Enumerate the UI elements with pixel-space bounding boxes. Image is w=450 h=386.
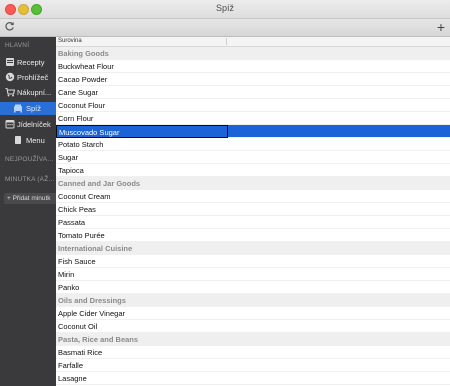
group-header-row: Canned and Jar Goods: [56, 177, 450, 190]
table-row[interactable]: Panko: [56, 281, 450, 294]
add-timer-button[interactable]: + Přidat minutk: [4, 193, 56, 204]
sidebar-item-label: Prohlížeč: [17, 73, 49, 82]
group-header-row: Pasta, Rice and Beans: [56, 333, 450, 346]
row-edit-field[interactable]: Muscovado Sugar: [56, 125, 228, 138]
sidebar-item-label: Menu: [26, 136, 45, 145]
cart-icon: [5, 87, 16, 97]
table-row[interactable]: Potato Starch: [56, 138, 450, 151]
sidebar-item-shopping[interactable]: Nákupní...: [0, 86, 56, 99]
sidebar-item-label: Jídelníček: [17, 120, 51, 129]
sidebar-section-most-used: NEJPOUŽÍVA...: [5, 156, 54, 163]
table-row[interactable]: Farfalle: [56, 359, 450, 372]
table-row[interactable]: Chick Peas: [56, 203, 450, 216]
sidebar-item-menu[interactable]: Menu: [0, 134, 56, 147]
table-row[interactable]: Corn Flour: [56, 112, 450, 125]
table-row[interactable]: Coconut Flour: [56, 99, 450, 112]
table-row[interactable]: Coconut Cream: [56, 190, 450, 203]
table-row[interactable]: Passata: [56, 216, 450, 229]
column-header-ingredient: Surovina: [58, 38, 82, 44]
window-title: Spíž: [215, 3, 234, 13]
pantry-table: Surovina Baking Goods Buckwheat Flour Caca…: [56, 37, 450, 386]
column-separator: [226, 38, 227, 45]
table-row[interactable]: Tapioca: [56, 164, 450, 177]
toolbar: +: [0, 19, 450, 37]
table-row[interactable]: Coconut Oil: [56, 320, 450, 333]
table-row-selected[interactable]: Muscovado Sugar: [56, 125, 450, 138]
table-row[interactable]: Cane Sugar: [56, 86, 450, 99]
column-header[interactable]: Surovina: [56, 37, 450, 47]
pantry-icon: [13, 103, 23, 113]
globe-icon: [5, 72, 15, 82]
menu-icon: [13, 135, 23, 145]
sidebar-item-label: Recepty: [17, 58, 45, 67]
table-row[interactable]: Buckwheat Flour: [56, 60, 450, 73]
add-button[interactable]: +: [435, 19, 447, 35]
table-row[interactable]: Cacao Powder: [56, 73, 450, 86]
group-header-row: International Cuisine: [56, 242, 450, 255]
sidebar-item-pantry[interactable]: Spíž: [0, 102, 56, 115]
sidebar-section-timer: MINUTKA (AŽ...: [5, 176, 55, 183]
table-row[interactable]: Sugar: [56, 151, 450, 164]
recipe-icon: [5, 57, 15, 67]
sidebar-item-browser[interactable]: Prohlížeč: [0, 71, 56, 84]
sidebar-item-recipes[interactable]: Recepty: [0, 56, 56, 69]
sidebar: HLAVNÍ Recepty Prohlížeč Nákupní... Spíž: [0, 37, 56, 386]
table-row[interactable]: Tomato Purée: [56, 229, 450, 242]
sidebar-section-main: HLAVNÍ: [5, 42, 30, 49]
refresh-icon[interactable]: [4, 21, 16, 33]
table-row[interactable]: Lasagne: [56, 372, 450, 385]
sidebar-item-meal-plan[interactable]: Jídelníček: [0, 118, 56, 131]
app-window: Spíž + HLAVNÍ Recepty Prohlížeč Nákupní.…: [0, 0, 450, 386]
sidebar-item-label: Nákupní...: [17, 88, 52, 97]
group-header-row: Oils and Dressings: [56, 294, 450, 307]
sidebar-item-label: Spíž: [26, 104, 42, 113]
table-row[interactable]: Basmati Rice: [56, 346, 450, 359]
calendar-icon: [5, 119, 15, 129]
table-row[interactable]: Mirin: [56, 268, 450, 281]
table-row[interactable]: Fish Sauce: [56, 255, 450, 268]
group-header-row: Baking Goods: [56, 47, 450, 60]
table-row[interactable]: Apple Cider Vinegar: [56, 307, 450, 320]
title-bar: Spíž: [0, 0, 450, 19]
